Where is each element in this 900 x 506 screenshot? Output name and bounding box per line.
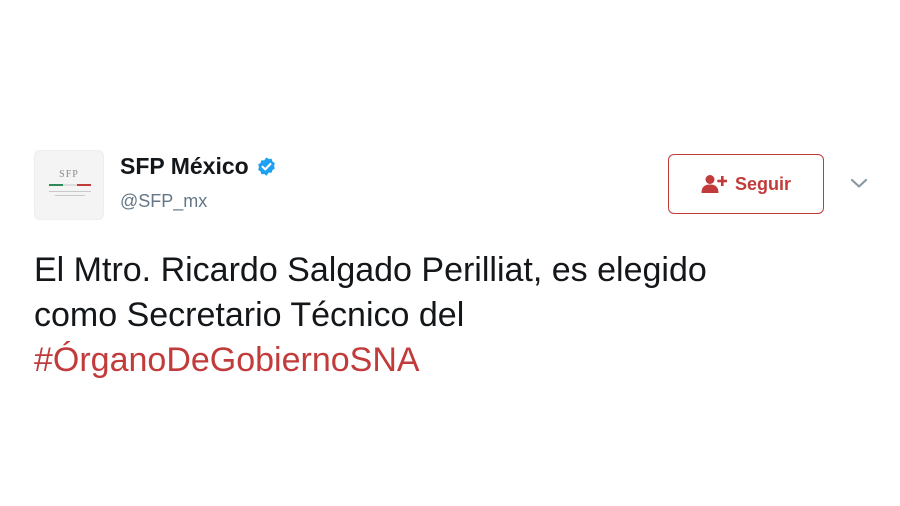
tweet-card: SFP SFP México @SFP_mx Seguir El Mtro. R… xyxy=(0,0,900,506)
author-display-name[interactable]: SFP México xyxy=(120,151,249,181)
author-handle[interactable]: @SFP_mx xyxy=(120,189,207,213)
tweet-text-line-1: El Mtro. Ricardo Salgado Perilliat, es e… xyxy=(34,251,707,289)
follow-button[interactable]: Seguir xyxy=(668,154,824,214)
tweet-text: El Mtro. Ricardo Salgado Perilliat, es e… xyxy=(34,248,854,383)
avatar[interactable]: SFP xyxy=(34,150,104,220)
verified-badge-icon xyxy=(257,156,275,176)
follow-button-label: Seguir xyxy=(734,173,791,194)
avatar-logo: SFP xyxy=(59,169,79,180)
hashtag-link[interactable]: #ÓrganoDeGobiernoSNA xyxy=(34,338,854,383)
add-user-icon xyxy=(701,175,727,193)
tweet-text-line-2: como Secretario Técnico del xyxy=(34,296,465,334)
author-name-row: SFP México xyxy=(120,151,277,181)
chevron-down-icon[interactable] xyxy=(848,172,870,194)
